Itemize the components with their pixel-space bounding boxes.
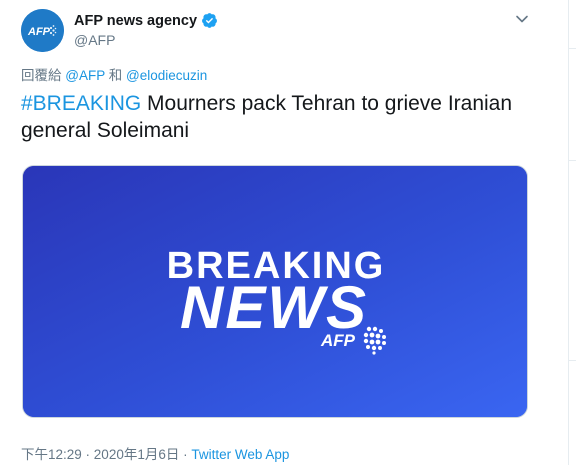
reply-joiner: 和 [108, 68, 123, 83]
tweet-text: #BREAKING Mourners pack Tehran to grieve… [21, 90, 541, 144]
tweet-meta: 下午12:29 · 2020年1月6日 · Twitter Web App [21, 443, 289, 463]
avatar-logo-text: AFP [27, 26, 51, 38]
meta-separator: · [81, 447, 94, 462]
chevron-down-icon[interactable] [513, 12, 531, 26]
reply-context: 回覆給 @AFP 和 @elodiecuzin [21, 64, 207, 84]
sidebar-edge-line [568, 360, 576, 361]
timeline-divider [568, 0, 569, 465]
account-name-row[interactable]: AFP news agency [74, 12, 218, 29]
tweet-time[interactable]: 下午12:29 [21, 447, 82, 462]
display-name[interactable]: AFP news agency [74, 13, 197, 29]
sidebar-edge-line [568, 160, 576, 161]
mention-link[interactable]: @elodiecuzin [126, 68, 207, 83]
media-logo-text: AFP [320, 331, 356, 350]
verified-badge-icon [201, 12, 218, 29]
tweet-page: AFP AFP news agency @AFP 回覆給 @AFP 和 @elo… [0, 0, 576, 465]
reply-prefix: 回覆給 [21, 68, 62, 83]
avatar[interactable]: AFP [21, 9, 64, 52]
meta-separator: · [179, 447, 192, 462]
tweet-source-link[interactable]: Twitter Web App [191, 447, 289, 462]
sidebar-edge-line [568, 48, 576, 49]
tweet-media-image[interactable]: BREAKING NEWS AFP [22, 165, 528, 418]
hashtag-link[interactable]: #BREAKING [21, 92, 141, 115]
account-handle[interactable]: @AFP [74, 32, 115, 48]
mention-link[interactable]: @AFP [65, 68, 105, 83]
tweet-date[interactable]: 2020年1月6日 [94, 447, 180, 462]
